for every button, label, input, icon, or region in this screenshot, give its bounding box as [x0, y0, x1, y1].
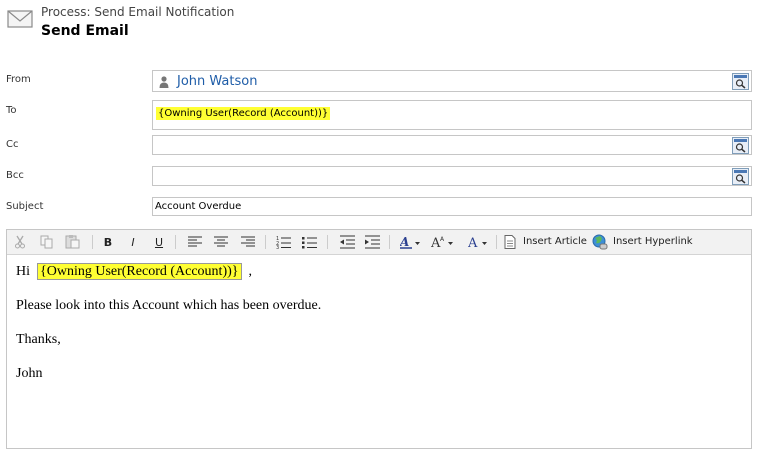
page-title: Send Email	[41, 23, 129, 39]
body-line-1: Please look into this Account which has …	[16, 298, 322, 313]
envelope-icon	[7, 10, 33, 28]
font-size-icon[interactable]: A A	[431, 234, 455, 250]
bullet-list-icon[interactable]	[302, 235, 317, 249]
font-color-icon[interactable]: A	[468, 234, 490, 250]
process-label: Process: Send Email Notification	[41, 5, 235, 19]
to-label: To	[6, 105, 17, 116]
body-line-3: John	[16, 366, 43, 381]
subject-field[interactable]: Account Overdue	[152, 197, 752, 216]
lookup-icon[interactable]	[732, 73, 749, 90]
align-center-icon[interactable]	[214, 236, 228, 248]
subject-label: Subject	[6, 201, 44, 212]
paste-icon[interactable]	[65, 234, 80, 249]
to-token[interactable]: {Owning User(Record (Account))}	[156, 107, 331, 120]
cc-field[interactable]	[152, 135, 752, 155]
body-token[interactable]: {Owning User(Record (Account))}	[37, 263, 242, 280]
from-field[interactable]: John Watson	[152, 70, 752, 92]
lookup-icon[interactable]	[732, 137, 749, 154]
align-left-icon[interactable]	[188, 236, 202, 248]
bcc-label: Bcc	[6, 170, 24, 181]
svg-text:3: 3	[276, 245, 279, 249]
svg-text:A: A	[468, 236, 478, 250]
insert-hyperlink-button[interactable]: Insert Hyperlink	[613, 236, 693, 247]
cut-icon[interactable]	[14, 235, 26, 249]
comma-text: ,	[248, 264, 253, 279]
increase-indent-icon[interactable]	[365, 235, 380, 249]
italic-button[interactable]: I	[128, 234, 138, 250]
email-body-content[interactable]: Hi {Owning User(Record (Account))} , Ple…	[16, 263, 322, 382]
editor-toolbar: B I U 1 2 3 A A A A Insert Article Inser…	[7, 230, 751, 255]
lookup-icon[interactable]	[732, 168, 749, 185]
email-body-editor[interactable]: B I U 1 2 3 A A A A Insert Article Inser…	[6, 229, 752, 449]
person-icon	[159, 76, 169, 88]
greeting-text: Hi	[16, 264, 30, 279]
svg-text:A: A	[440, 236, 445, 243]
insert-article-button[interactable]: Insert Article	[523, 236, 587, 247]
body-line-2: Thanks,	[16, 332, 61, 347]
svg-text:A: A	[400, 235, 409, 249]
bold-button[interactable]: B	[103, 234, 113, 250]
article-icon[interactable]	[504, 235, 516, 249]
align-right-icon[interactable]	[241, 236, 255, 248]
hyperlink-globe-icon[interactable]	[592, 234, 608, 250]
font-style-icon[interactable]: A	[400, 234, 422, 250]
from-label: From	[6, 74, 31, 85]
bcc-field[interactable]	[152, 166, 752, 186]
from-value[interactable]: John Watson	[177, 74, 257, 89]
decrease-indent-icon[interactable]	[340, 235, 355, 249]
numbered-list-icon[interactable]: 1 2 3	[276, 235, 291, 249]
copy-icon[interactable]	[40, 235, 53, 249]
cc-label: Cc	[6, 139, 19, 150]
underline-button[interactable]: U	[154, 234, 164, 250]
subject-value[interactable]: Account Overdue	[155, 201, 241, 212]
to-field[interactable]: {Owning User(Record (Account))}	[152, 100, 752, 130]
